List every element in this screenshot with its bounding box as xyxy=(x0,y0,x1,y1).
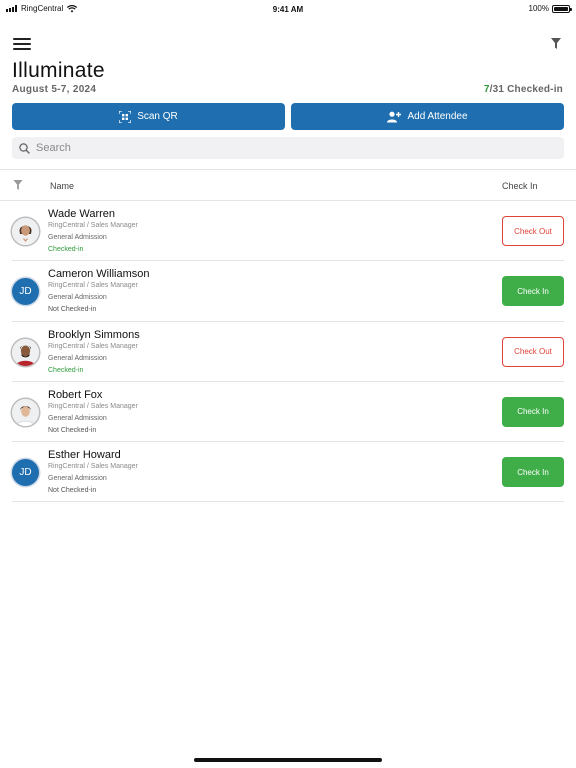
attendee-status: Checked-in xyxy=(48,366,84,374)
check-in-button[interactable]: Check In xyxy=(502,396,564,427)
check-in-button[interactable]: Check In xyxy=(502,457,564,488)
attendee-status: Not Checked-in xyxy=(48,487,97,495)
status-time: 9:41 AM xyxy=(272,5,304,14)
table-header: Name Check In xyxy=(0,170,576,201)
check-in-button[interactable]: Check In xyxy=(502,276,564,307)
qr-scan-icon xyxy=(119,110,132,123)
avatar: JD xyxy=(12,278,39,306)
battery-percent: 100% xyxy=(528,4,549,13)
check-out-button[interactable]: Check Out xyxy=(502,336,564,367)
attendee-role: RingCentral / Sales Manager xyxy=(48,222,138,229)
attendee-name: Robert Fox xyxy=(48,388,103,401)
scan-qr-label: Scan QR xyxy=(137,111,178,122)
add-attendee-label: Add Attendee xyxy=(407,111,468,122)
home-indicator[interactable] xyxy=(194,758,382,762)
attendee-role: RingCentral / Sales Manager xyxy=(48,463,138,471)
attendee-name: Brooklyn Simmons xyxy=(48,328,140,341)
attendee-ticket: General Admission xyxy=(48,354,107,362)
attendee-row[interactable]: JD Cameron Williamson RingCentral / Sale… xyxy=(12,261,564,322)
attendee-status: Not Checked-in xyxy=(48,426,97,434)
checked-in-summary: 7/31 Checked-in xyxy=(484,84,563,95)
search-bar[interactable] xyxy=(12,137,564,159)
page-title: Illuminate xyxy=(12,59,105,82)
status-bar: RingCentral 9:41 AM 100% xyxy=(0,0,576,18)
status-right: 100% xyxy=(528,4,572,13)
attendee-list: Wade Warren RingCentral / Sales Manager … xyxy=(12,201,564,503)
search-input[interactable] xyxy=(36,142,536,154)
attendee-name: Esther Howard xyxy=(48,449,121,462)
attendee-role: RingCentral / Sales Manager xyxy=(48,282,138,290)
attendee-ticket: General Admission xyxy=(48,294,107,302)
attendee-name: Wade Warren xyxy=(48,208,116,220)
attendee-row[interactable]: Brooklyn Simmons RingCentral / Sales Man… xyxy=(12,322,564,382)
attendee-ticket: General Admission xyxy=(48,414,107,422)
battery-icon xyxy=(552,4,572,13)
column-header-name[interactable]: Name xyxy=(50,181,74,191)
checked-in-total: /31 Checked-in xyxy=(489,84,563,95)
search-icon xyxy=(19,142,30,154)
check-out-button[interactable]: Check Out xyxy=(502,216,564,246)
attendee-name: Cameron Williamson xyxy=(48,268,150,281)
scan-qr-button[interactable]: Scan QR xyxy=(12,103,285,130)
avatar xyxy=(12,338,39,366)
attendee-row[interactable]: Robert Fox RingCentral / Sales Manager G… xyxy=(12,382,564,443)
avatar: JD xyxy=(12,459,39,487)
hamburger-menu-icon[interactable] xyxy=(13,38,31,50)
attendee-role: RingCentral / Sales Manager xyxy=(48,402,138,410)
filter-icon[interactable] xyxy=(13,180,23,190)
avatar xyxy=(12,398,39,426)
attendee-ticket: General Admission xyxy=(48,234,107,241)
attendee-row[interactable]: Wade Warren RingCentral / Sales Manager … xyxy=(12,201,564,262)
add-person-icon xyxy=(387,111,402,122)
add-attendee-button[interactable]: Add Attendee xyxy=(291,103,564,130)
attendee-ticket: General Admission xyxy=(48,475,107,483)
attendee-status: Checked-in xyxy=(48,246,84,253)
filter-icon[interactable] xyxy=(551,38,561,49)
column-header-check-in[interactable]: Check In xyxy=(502,181,538,191)
attendee-row[interactable]: JD Esther Howard RingCentral / Sales Man… xyxy=(12,442,564,503)
avatar xyxy=(12,218,39,245)
event-date: August 5-7, 2024 xyxy=(12,84,97,95)
attendee-status: Not Checked-in xyxy=(48,306,97,314)
attendee-role: RingCentral / Sales Manager xyxy=(48,342,138,350)
